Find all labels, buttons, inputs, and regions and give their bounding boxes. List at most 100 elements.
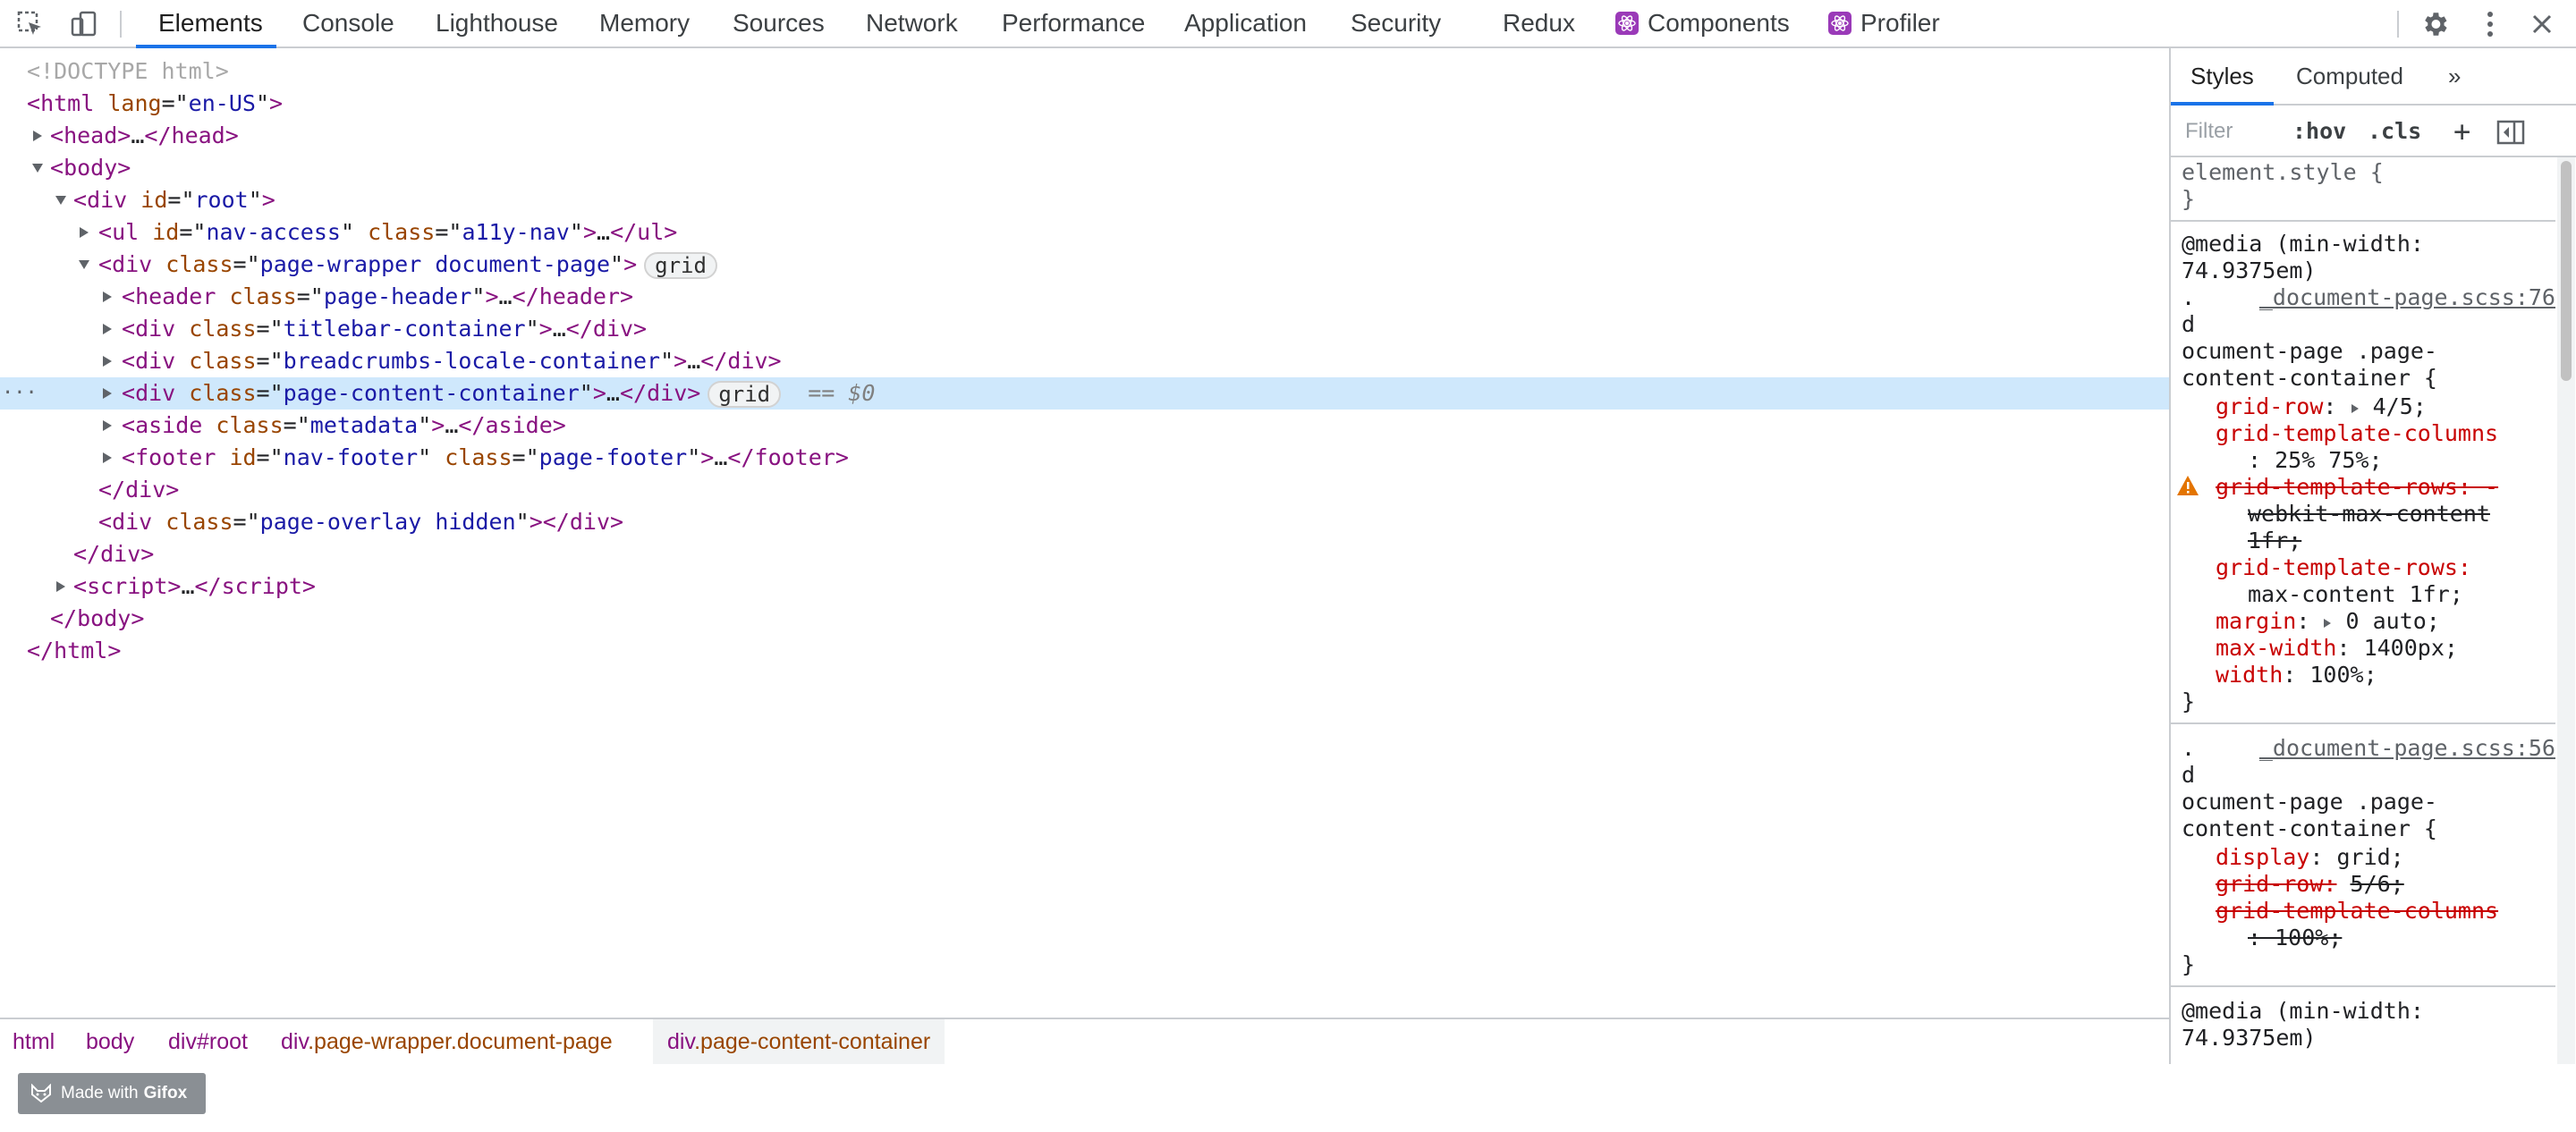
dom-node-body[interactable]: <body> [0,152,2169,184]
styles-scrollbar[interactable] [2557,157,2575,1064]
breadcrumb-body[interactable]: body [86,1019,134,1064]
css-value-line: 1fr; [2248,528,2301,554]
dom-node-close-body[interactable]: </body> [0,603,2169,635]
expand-triangle-icon[interactable] [98,313,116,345]
dom-node-page-content-selected[interactable]: ··· <div class="page-content-container">… [0,377,2169,410]
grid-badge[interactable]: grid [708,381,782,408]
dom-node-page-wrapper[interactable]: <div class="page-wrapper document-page">… [0,249,2169,281]
dom-node-aside[interactable]: <aside class="metadata">…</aside> [0,410,2169,442]
dom-node-head[interactable]: <head>…</head> [0,120,2169,152]
expand-triangle-icon[interactable] [75,216,93,249]
filter-input[interactable]: Filter [2180,116,2278,147]
tab-security[interactable]: Security [1351,0,1441,46]
react-icon [1615,12,1639,35]
new-style-rule-button[interactable]: + [2453,114,2470,148]
toggle-sidebar-icon[interactable] [2496,120,2525,155]
collapse-triangle-icon[interactable] [75,249,93,281]
dom-node-script[interactable]: <script>…</script> [0,570,2169,603]
dom-node-html[interactable]: <html lang="en-US"> [0,88,2169,120]
selector-dot: . [2182,735,2196,761]
tab-redux[interactable]: Redux [1503,0,1575,46]
tag-name: div [569,509,611,535]
tab-application[interactable]: Application [1184,0,1307,46]
dom-node-titlebar[interactable]: <div class="titlebar-container">…</div> [0,313,2169,345]
attr-name: class [229,283,297,309]
expand-triangle-icon[interactable] [98,281,116,313]
expand-triangle-icon[interactable] [2351,403,2360,414]
grid-badge[interactable]: grid [644,252,717,279]
tab-performance[interactable]: Performance [1002,0,1145,46]
dom-node-footer[interactable]: <footer id="nav-footer" class="page-foot… [0,442,2169,474]
source-link[interactable]: _document-page.scss:56 [2259,735,2555,762]
dom-node-root[interactable]: <div id="root"> [0,184,2169,216]
dom-node-breadcrumbs[interactable]: <div class="breadcrumbs-locale-container… [0,345,2169,377]
expand-triangle-icon[interactable] [98,377,116,410]
gear-icon[interactable] [2417,6,2453,42]
css-declaration[interactable]: width: 100%; [2216,662,2377,688]
css-declaration-overridden[interactable]: grid-row: 5/6; [2216,871,2404,898]
more-tabs-button[interactable]: » [2448,48,2461,104]
more-options-dots[interactable]: ··· [2,377,38,410]
css-declaration-overridden[interactable]: grid-template-rows: - [2216,474,2498,501]
expand-triangle-icon[interactable] [98,442,116,474]
tab-components[interactable]: Components [1615,0,1790,46]
tab-computed[interactable]: Computed [2296,48,2403,104]
css-declaration[interactable]: margin: 0 auto; [2216,608,2440,635]
css-declaration-overridden[interactable]: grid-template-columns [2216,898,2498,925]
expand-triangle-icon[interactable] [98,345,116,377]
dom-node-close-html[interactable]: </html> [0,635,2169,667]
rule-close-brace: } [2182,186,2196,212]
css-declaration[interactable]: max-width: 1400px; [2216,635,2458,662]
tab-lighthouse[interactable]: Lighthouse [436,0,558,46]
attr-value: a11y-nav [462,219,570,245]
tab-sources[interactable]: Sources [733,0,825,46]
dom-node-close-div[interactable]: </div> [0,538,2169,570]
dom-node-close-div[interactable]: </div> [0,474,2169,506]
crumb-tag: body [86,1029,135,1054]
css-declaration[interactable]: grid-template-columns [2216,420,2498,447]
breadcrumb-page-wrapper[interactable]: div.page-wrapper.document-page [281,1019,613,1064]
scrollbar-thumb[interactable] [2561,161,2572,381]
tab-elements[interactable]: Elements [158,0,263,46]
collapse-triangle-icon[interactable] [29,152,47,184]
filter-placeholder: Filter [2185,119,2233,143]
tab-console[interactable]: Console [302,0,394,46]
attr-name: class [189,316,257,342]
hov-toggle-button[interactable]: :hov [2292,114,2346,148]
breadcrumb-html[interactable]: html [13,1019,55,1064]
dom-node-header[interactable]: <header class="page-header">…</header> [0,281,2169,313]
dom-node-overlay[interactable]: <div class="page-overlay hidden"></div> [0,506,2169,538]
tab-styles[interactable]: Styles [2190,48,2254,104]
react-icon [1828,12,1852,35]
cls-toggle-button[interactable]: .cls [2368,114,2421,148]
attr-value: root [194,187,249,213]
expand-triangle-icon[interactable] [2323,618,2332,629]
brand-text: Gifox [143,1084,188,1102]
tag-name: div [112,251,153,277]
tab-profiler[interactable]: Profiler [1828,0,1940,46]
tab-network[interactable]: Network [866,0,958,46]
close-icon[interactable] [2524,6,2560,42]
inspect-element-icon[interactable] [13,6,48,42]
breadcrumb-page-content[interactable]: div.page-content-container [653,1019,945,1064]
expand-triangle-icon[interactable] [52,570,70,603]
dom-node-nav-access[interactable]: <ul id="nav-access" class="a11y-nav">…</… [0,216,2169,249]
toolbar-divider [2397,11,2399,38]
dom-node-doctype[interactable]: <!DOCTYPE html> [0,55,2169,88]
css-declaration[interactable]: display: grid; [2216,844,2404,871]
attr-name: class [216,412,284,438]
collapse-triangle-icon[interactable] [52,184,70,216]
css-declaration[interactable]: grid-template-rows: [2216,554,2471,581]
device-toolbar-icon[interactable] [66,6,102,42]
more-vertical-icon[interactable] [2472,6,2508,42]
property-value: 1400px; [2363,635,2458,661]
expand-triangle-icon[interactable] [98,410,116,442]
breadcrumb-root[interactable]: div#root [168,1019,248,1064]
tag-name: div [112,509,153,535]
source-link[interactable]: _document-page.scss:76 [2259,284,2555,311]
css-declaration[interactable]: grid-row: 4/5; [2216,393,2427,420]
tag-name: body [77,605,131,631]
element-style-selector[interactable]: element.style { [2182,159,2384,186]
expand-triangle-icon[interactable] [29,120,47,152]
tab-memory[interactable]: Memory [599,0,690,46]
